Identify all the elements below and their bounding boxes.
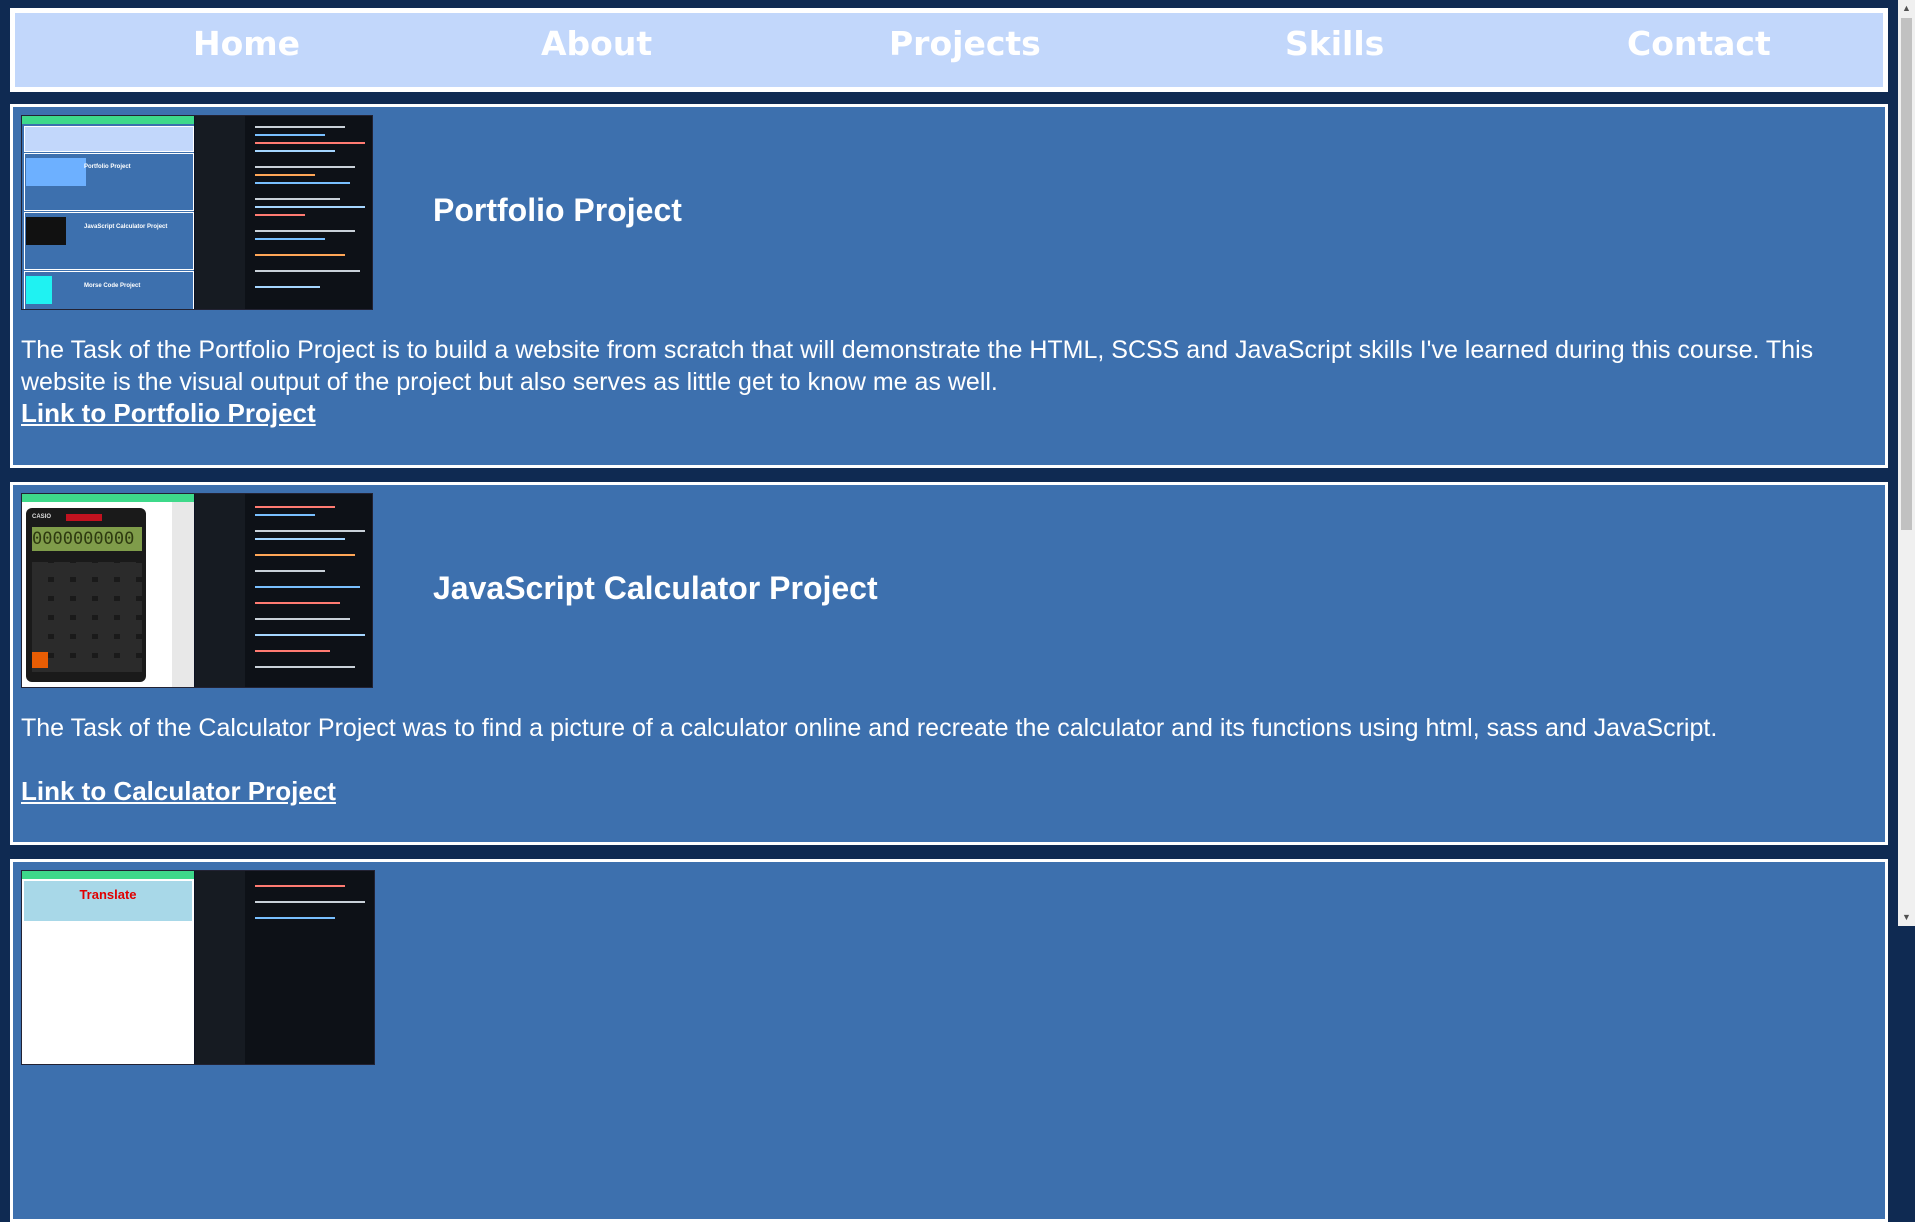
- thumb-text: JavaScript Calculator Project: [84, 224, 168, 230]
- thumb-code-editor: [195, 494, 372, 687]
- thumb-code-editor: [195, 871, 374, 1064]
- page-scrollbar[interactable]: ▲ ▼: [1898, 0, 1915, 926]
- project-card-portfolio: Portfolio Project JavaScript Calculator …: [10, 104, 1888, 468]
- thumb-browser-pane: Portfolio Project JavaScript Calculator …: [22, 116, 194, 309]
- project-description: The Task of the Calculator Project was t…: [21, 714, 1718, 742]
- thumb-text: Portfolio Project: [84, 164, 131, 170]
- project-card-translate: Translate: [10, 859, 1888, 1222]
- project-link[interactable]: Link to Calculator Project: [21, 776, 336, 807]
- nav-contact[interactable]: Contact: [1627, 27, 1771, 60]
- thumb-browser-pane: Translate: [22, 871, 194, 1064]
- nav-projects[interactable]: Projects: [889, 27, 1041, 60]
- project-link[interactable]: Link to Portfolio Project: [21, 398, 316, 429]
- thumb-text: Translate: [79, 887, 137, 902]
- thumb-code-editor: [195, 116, 372, 309]
- scroll-down-icon[interactable]: ▼: [1898, 909, 1915, 926]
- main-nav: Home About Projects Skills Contact: [10, 8, 1888, 92]
- portfolio-thumbnail[interactable]: Portfolio Project JavaScript Calculator …: [21, 115, 373, 310]
- page: Home About Projects Skills Contact Portf…: [10, 8, 1888, 1222]
- thumb-text: Morse Code Project: [84, 283, 141, 289]
- scroll-up-icon[interactable]: ▲: [1898, 0, 1915, 17]
- thumb-browser-pane: CASIO 0000000000: [22, 494, 194, 687]
- translate-thumbnail[interactable]: Translate: [21, 870, 375, 1065]
- nav-home[interactable]: Home: [193, 27, 300, 60]
- project-title: JavaScript Calculator Project: [433, 570, 878, 606]
- calculator-thumbnail[interactable]: CASIO 0000000000: [21, 493, 373, 688]
- project-description: The Task of the Portfolio Project is to …: [21, 336, 1814, 396]
- scroll-thumb[interactable]: [1901, 18, 1912, 530]
- project-card-calculator: CASIO 0000000000 JavaScript Calculator P…: [10, 482, 1888, 845]
- nav-about[interactable]: About: [541, 27, 652, 60]
- thumb-text: CASIO: [32, 514, 52, 520]
- nav-skills[interactable]: Skills: [1285, 27, 1384, 60]
- project-title: Portfolio Project: [433, 192, 682, 228]
- calc-display: 0000000000: [32, 527, 142, 551]
